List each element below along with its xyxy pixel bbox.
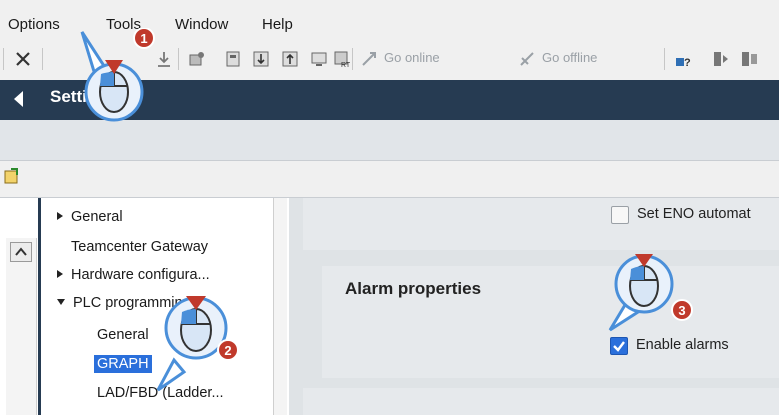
tree-item-label: GRAPH	[94, 355, 152, 373]
toolbar-separator	[3, 48, 4, 70]
expand-arrow-icon[interactable]	[57, 212, 63, 220]
toolbar-separator	[42, 48, 43, 70]
tree-item-hardware[interactable]: Hardware configura...	[57, 267, 210, 283]
tree-item-label: Hardware configura...	[71, 267, 210, 283]
step-1-badge: 1	[140, 31, 147, 46]
settings-toolbar	[0, 161, 779, 198]
compile-icon[interactable]	[188, 50, 206, 68]
settings-card	[303, 388, 779, 415]
scroll-up-button[interactable]	[10, 242, 32, 262]
tree-left-scrollbar[interactable]	[6, 238, 37, 415]
export-settings-icon[interactable]	[2, 166, 22, 186]
tree-item-graph[interactable]: GRAPH	[94, 355, 152, 373]
tree-item-label: Teamcenter Gateway	[71, 239, 209, 255]
start-cpu-icon[interactable]	[712, 50, 730, 68]
device-icon[interactable]	[224, 50, 242, 68]
menu-help[interactable]: Help	[262, 16, 293, 33]
tree-item-plc-general[interactable]: General	[97, 327, 149, 343]
cursor-step-2-callout: 2	[156, 296, 239, 392]
expand-arrow-icon[interactable]	[57, 270, 63, 278]
menu-options[interactable]: Options	[8, 16, 60, 33]
collapse-arrow-icon[interactable]	[14, 91, 23, 107]
tree-item-label: General	[97, 327, 149, 343]
go-online-icon[interactable]	[360, 50, 378, 68]
alarm-properties-heading: Alarm properties	[345, 279, 482, 298]
upload-from-device-icon[interactable]	[281, 50, 299, 68]
chevron-up-icon	[15, 247, 27, 256]
set-eno-label: Set ENO automat	[637, 206, 751, 222]
close-icon[interactable]	[14, 50, 32, 68]
go-offline-button[interactable]: Go offline	[542, 50, 597, 65]
menu-window[interactable]: Window	[175, 16, 228, 33]
tree-item-label: General	[71, 209, 123, 225]
toolbar-separator	[664, 48, 665, 70]
tree-scrollbar[interactable]	[273, 198, 287, 415]
svg-text:RT: RT	[341, 62, 351, 68]
download-to-device-icon[interactable]	[252, 50, 270, 68]
simulation-icon[interactable]	[310, 50, 328, 68]
toolbar-separator	[352, 48, 353, 70]
runtime-icon[interactable]: RT	[333, 50, 351, 68]
go-online-button[interactable]: Go online	[384, 50, 440, 65]
accessible-devices-icon[interactable]: ?	[674, 50, 692, 68]
tree-item-teamcenter[interactable]: Teamcenter Gateway	[71, 239, 208, 255]
step-2-badge: 2	[224, 343, 231, 358]
set-eno-checkbox[interactable]	[611, 206, 629, 224]
cursor-step-3-callout: 3	[608, 254, 693, 332]
go-offline-icon[interactable]	[518, 50, 536, 68]
cursor-step-1-callout: 1	[80, 28, 155, 122]
collapse-arrow-down-icon[interactable]	[57, 299, 65, 305]
tree-item-general[interactable]: General	[57, 209, 123, 225]
toolbar-separator	[178, 48, 179, 70]
stop-cpu-icon[interactable]	[740, 50, 758, 68]
svg-text:?: ?	[684, 57, 691, 68]
step-3-badge: 3	[678, 303, 685, 318]
